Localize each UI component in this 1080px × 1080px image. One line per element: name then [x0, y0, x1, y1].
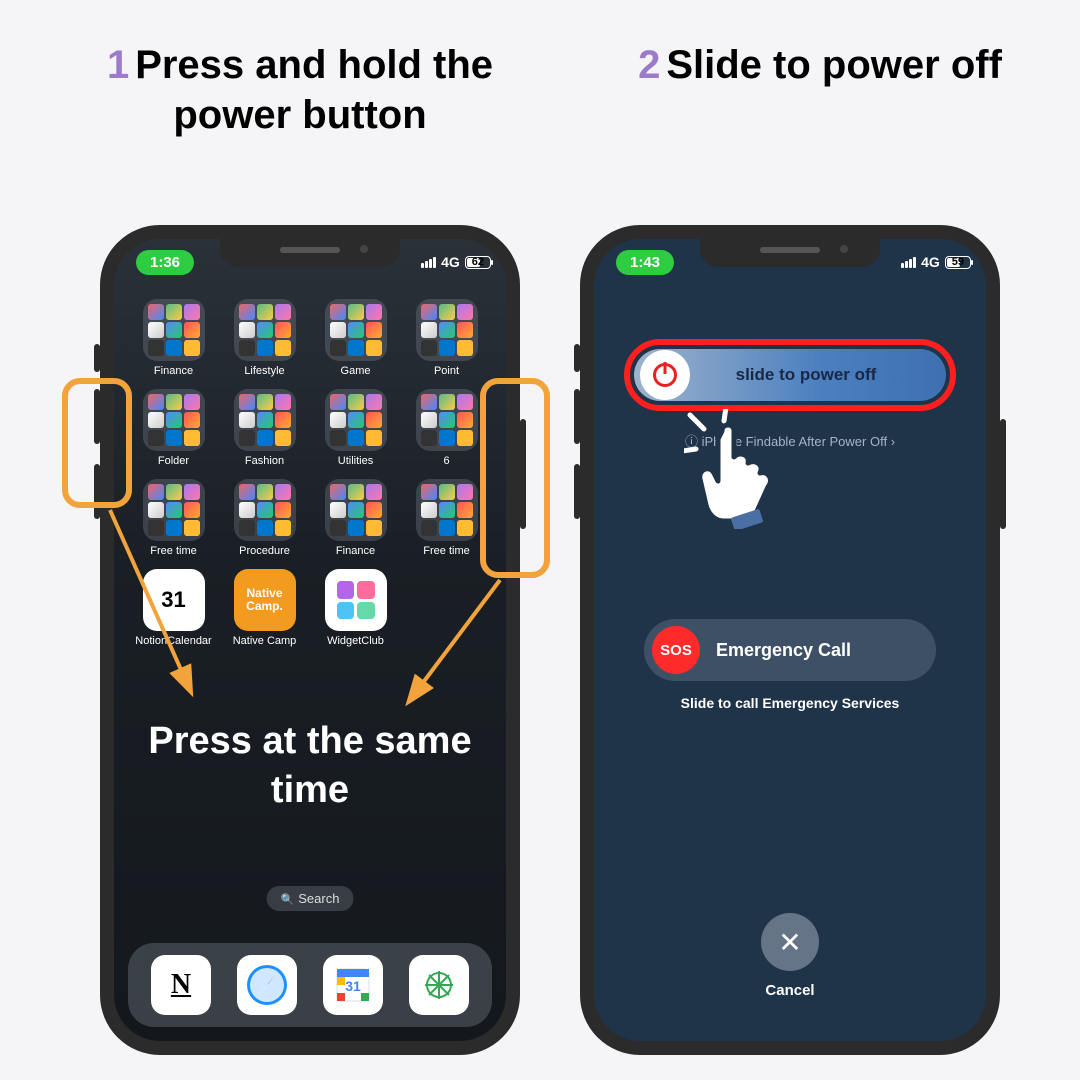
app-notion-calendar[interactable]: 31 NotionCalendar — [132, 569, 215, 647]
folder-utilities[interactable]: Utilities — [314, 389, 397, 467]
dock-safari[interactable] — [237, 955, 297, 1015]
app-label: WidgetClub — [327, 635, 384, 647]
volume-up-button[interactable] — [574, 389, 580, 444]
phone-2-screen: 1:43 4G 59 slide to power off ⓘ iPhone F… — [594, 239, 986, 1041]
folder-fashion[interactable]: Fashion — [223, 389, 306, 467]
native-camp-icon: Native Camp. — [234, 569, 296, 631]
power-off-slider[interactable]: slide to power off — [634, 349, 946, 401]
search-icon: 🔍 — [281, 894, 295, 906]
step-2-heading: 2Slide to power off — [580, 40, 1060, 90]
dock-google-calendar[interactable]: 31 — [323, 955, 383, 1015]
front-camera — [360, 245, 368, 253]
highlight-power-slider: slide to power off — [624, 339, 956, 411]
folder-label: Free time — [150, 545, 196, 557]
emergency-subtext: Slide to call Emergency Services — [594, 695, 986, 711]
signal-icon — [901, 257, 916, 268]
dock: N 31 — [128, 943, 492, 1027]
sos-icon: SOS — [652, 626, 700, 674]
emergency-call-slider[interactable]: SOS Emergency Call — [644, 619, 936, 681]
status-time: 1:36 — [136, 250, 194, 275]
speaker-grille — [280, 247, 340, 253]
status-right: 4G 62 — [421, 254, 484, 270]
folder-freetime[interactable]: Free time — [132, 479, 215, 557]
folder-procedure[interactable]: Procedure — [223, 479, 306, 557]
widgetclub-icon — [325, 569, 387, 631]
folder-finance[interactable]: Finance — [132, 299, 215, 377]
home-grid: Finance Lifestyle Game Point Folder Fash… — [132, 299, 488, 647]
dock-notion[interactable]: N — [151, 955, 211, 1015]
power-slider-label: slide to power off — [696, 365, 946, 385]
calendar-icon: 31 — [143, 569, 205, 631]
tap-hand-icon — [684, 409, 804, 529]
step-1-heading: 1Press and hold the power button — [60, 40, 540, 140]
folder-label: Lifestyle — [244, 365, 284, 377]
cancel-label: Cancel — [594, 982, 986, 999]
app-widget-club[interactable]: WidgetClub — [314, 569, 397, 647]
folder-label: Point — [434, 365, 459, 377]
mute-switch[interactable] — [94, 344, 100, 372]
folder-label: Fashion — [245, 455, 284, 467]
folder-label: Finance — [154, 365, 193, 377]
mute-switch[interactable] — [574, 344, 580, 372]
phone-mock-2: 1:43 4G 59 slide to power off ⓘ iPhone F… — [580, 225, 1000, 1055]
step-2-title: Slide to power off — [666, 43, 1002, 87]
highlight-volume-buttons — [62, 378, 132, 508]
safari-icon — [245, 963, 289, 1007]
folder-label: Procedure — [239, 545, 290, 557]
folder-label: Finance — [336, 545, 375, 557]
folder-lifestyle[interactable]: Lifestyle — [223, 299, 306, 377]
signal-icon — [421, 257, 436, 268]
emergency-call-label: Emergency Call — [716, 640, 851, 661]
calendar-icon: 31 — [333, 965, 373, 1005]
folder-label: Game — [341, 365, 371, 377]
step-2-number: 2 — [638, 43, 660, 87]
folder-label: 6 — [443, 455, 449, 467]
app-label: Native Camp — [233, 635, 297, 647]
sparkle-icon — [419, 965, 459, 1005]
folder-finance-2[interactable]: Finance — [314, 479, 397, 557]
folder-label: Utilities — [338, 455, 373, 467]
status-time: 1:43 — [616, 250, 674, 275]
status-right: 4G 59 — [901, 254, 964, 270]
press-same-time-overlay: Press at the same time — [114, 717, 506, 816]
dock-chatgpt[interactable] — [409, 955, 469, 1015]
step-1-number: 1 — [107, 43, 129, 87]
folder-game[interactable]: Game — [314, 299, 397, 377]
volume-down-button[interactable] — [574, 464, 580, 519]
step-1-title: Press and hold the power button — [135, 43, 493, 137]
highlight-power-button — [480, 378, 550, 578]
carrier-label: 4G — [921, 254, 940, 270]
power-button[interactable] — [1000, 419, 1006, 529]
chevron-right-icon: › — [887, 434, 895, 449]
front-camera — [840, 245, 848, 253]
power-icon — [653, 363, 677, 387]
folder-freetime-2[interactable]: Free time — [405, 479, 488, 557]
cancel-button[interactable]: ✕ — [761, 913, 819, 971]
battery-percent: 59 — [952, 256, 964, 268]
folder-folder[interactable]: Folder — [132, 389, 215, 467]
folder-point[interactable]: Point — [405, 299, 488, 377]
folder-label: Folder — [158, 455, 189, 467]
power-slider-knob[interactable] — [640, 350, 690, 400]
close-icon: ✕ — [778, 926, 801, 959]
app-label: NotionCalendar — [135, 635, 211, 647]
phone-mock-1: 1:36 4G 62 Finance Lifestyle Game Point … — [100, 225, 520, 1055]
folder-six[interactable]: 6 — [405, 389, 488, 467]
svg-text:31: 31 — [345, 978, 361, 994]
app-native-camp[interactable]: Native Camp. Native Camp — [223, 569, 306, 647]
folder-label: Free time — [423, 545, 469, 557]
speaker-grille — [760, 247, 820, 253]
battery-percent: 62 — [472, 256, 484, 268]
carrier-label: 4G — [441, 254, 460, 270]
phone-1-screen: 1:36 4G 62 Finance Lifestyle Game Point … — [114, 239, 506, 1041]
spotlight-search[interactable]: 🔍Search — [267, 886, 354, 911]
search-label: Search — [298, 891, 339, 906]
